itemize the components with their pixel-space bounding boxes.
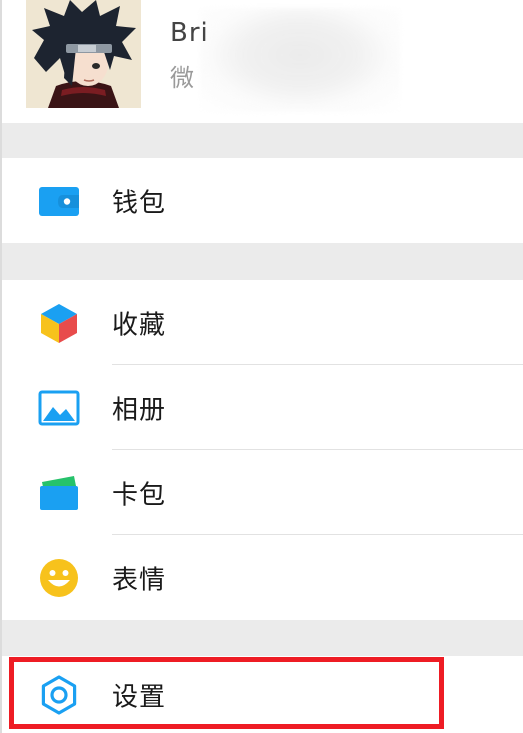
menu-item-settings-label: 设置 — [112, 682, 167, 712]
menu-item-wallet-label: 钱包 — [112, 188, 167, 218]
card-icon — [40, 475, 78, 510]
menu-item-settings[interactable]: 设置 — [0, 656, 523, 733]
menu-item-cards-label: 卡包 — [112, 480, 167, 510]
menu-item-album-label: 相册 — [112, 395, 167, 425]
blurred-profile-info — [200, 8, 400, 112]
menu-item-favorites[interactable]: 收藏 — [0, 280, 523, 365]
profile-subtitle: 微 — [170, 64, 194, 92]
menu-item-wallet[interactable]: 钱包 — [0, 158, 523, 243]
profile-name: Bri — [170, 18, 209, 48]
section-gap — [0, 123, 523, 158]
wallet-icon — [39, 186, 79, 216]
panel-edge — [0, 0, 2, 733]
profile-header[interactable]: Bri 微 — [0, 0, 523, 123]
smile-icon — [40, 558, 78, 597]
avatar[interactable] — [26, 0, 141, 108]
section-gap — [0, 620, 523, 656]
gear-icon — [41, 674, 77, 715]
menu-item-cards[interactable]: 卡包 — [0, 450, 523, 535]
ninja-avatar-icon — [26, 0, 141, 108]
menu-item-favorites-label: 收藏 — [112, 310, 167, 340]
cube-icon — [41, 303, 77, 343]
menu-item-stickers[interactable]: 表情 — [0, 535, 523, 620]
picture-icon — [38, 390, 80, 425]
section-gap — [0, 243, 523, 280]
menu-item-album[interactable]: 相册 — [0, 365, 523, 450]
menu-item-stickers-label: 表情 — [112, 565, 167, 595]
